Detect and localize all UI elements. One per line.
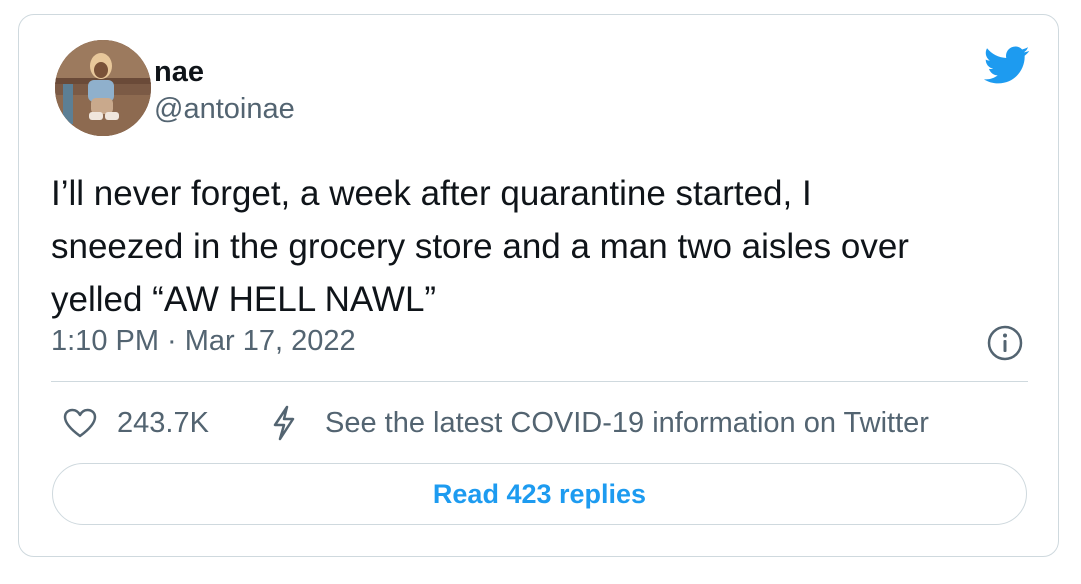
author-display-name[interactable]: nae xyxy=(154,55,204,89)
avatar[interactable] xyxy=(55,40,151,136)
tweet-text-line: I’ll never forget, a week after quaranti… xyxy=(51,174,812,213)
tweet-card: nae @antoinae I’ll never forget, a week … xyxy=(18,14,1059,557)
divider xyxy=(51,381,1028,382)
covid-info-link[interactable]: See the latest COVID-19 information on T… xyxy=(271,403,929,443)
heart-icon xyxy=(63,408,97,438)
like-count: 243.7K xyxy=(117,406,209,439)
author-handle[interactable]: @antoinae xyxy=(154,92,295,126)
read-replies-button[interactable]: Read 423 replies xyxy=(52,463,1027,525)
covid-info-label: See the latest COVID-19 information on T… xyxy=(325,406,929,439)
twitter-bird-icon[interactable] xyxy=(982,45,1030,87)
lightning-bolt-icon xyxy=(273,405,295,441)
tweet-text-line: sneezed in the grocery store and a man t… xyxy=(51,227,909,266)
info-icon[interactable] xyxy=(986,324,1024,362)
tweet-text-line: yelled “AW HELL NAWL” xyxy=(51,280,437,319)
tweet-timestamp[interactable]: 1:10 PM · Mar 17, 2022 xyxy=(51,323,356,359)
like-button[interactable]: 243.7K xyxy=(63,403,209,443)
tweet-text: I’ll never forget, a week after quaranti… xyxy=(51,167,1031,326)
